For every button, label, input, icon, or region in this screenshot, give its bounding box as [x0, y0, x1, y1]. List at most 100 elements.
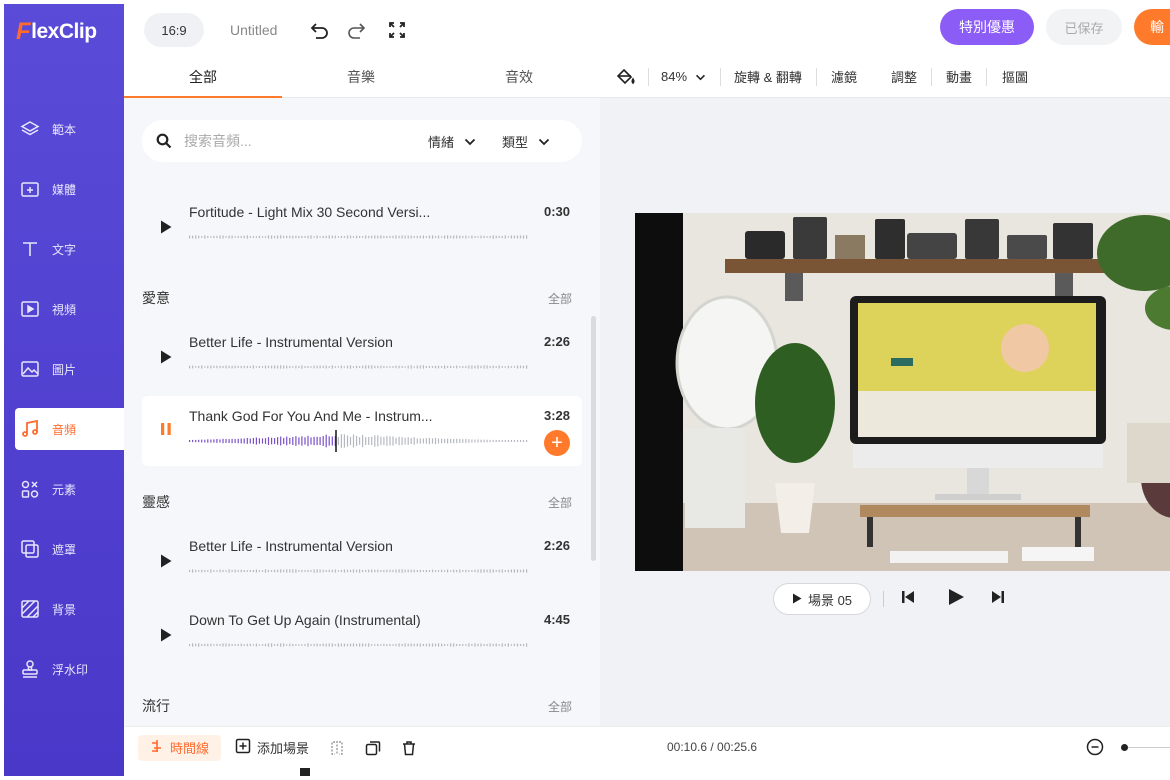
- animation-button[interactable]: 動畫: [946, 67, 972, 86]
- project-title[interactable]: Untitled: [230, 22, 290, 38]
- audio-track-playing[interactable]: Thank God For You And Me - Instrum... 3:…: [142, 396, 582, 466]
- tab-music[interactable]: 音樂: [282, 56, 440, 97]
- aspect-ratio-button[interactable]: 16:9: [144, 13, 204, 47]
- zoom-dropdown[interactable]: 84%: [661, 69, 706, 84]
- audio-track[interactable]: Better Life - Instrumental Version 2:26: [142, 322, 582, 392]
- track-waveform[interactable]: [189, 560, 529, 582]
- genre-filter-dropdown[interactable]: 類型: [502, 132, 550, 151]
- split-icon[interactable]: [329, 740, 345, 756]
- pause-icon[interactable]: [160, 422, 172, 436]
- waveform-bar: [237, 570, 239, 573]
- adjust-button[interactable]: 調整: [891, 67, 917, 86]
- waveform-bar: [255, 236, 257, 238]
- tab-all[interactable]: 全部: [124, 56, 282, 97]
- waveform-bar: [325, 365, 327, 369]
- sidebar-item-mask[interactable]: 遮罩: [4, 519, 124, 579]
- waveform-bar: [398, 436, 400, 446]
- waveform-bar: [231, 569, 233, 573]
- section-see-all-link[interactable]: 全部: [548, 698, 572, 715]
- waveform-bar: [295, 365, 297, 369]
- timeline-playhead[interactable]: [300, 768, 310, 776]
- audio-track[interactable]: Fortitude - Light Mix 30 Second Versi...…: [142, 192, 582, 262]
- sidebar-item-elements[interactable]: 元素: [4, 459, 124, 519]
- waveform-bar: [526, 365, 528, 369]
- add-scene-button[interactable]: 添加場景: [235, 738, 309, 757]
- flexclip-logo[interactable]: FlexClip: [4, 4, 124, 60]
- section-see-all-link[interactable]: 全部: [548, 494, 572, 511]
- waveform-bar: [271, 643, 273, 647]
- play-icon[interactable]: [160, 350, 172, 364]
- waveform-bar: [198, 439, 200, 443]
- timeline-zoom-slider-track[interactable]: [1128, 747, 1170, 748]
- waveform-bar: [240, 643, 242, 647]
- timeline-zoom-slider-knob[interactable]: [1121, 744, 1128, 751]
- audio-track[interactable]: Down To Get Up Again (Instrumental) 4:45: [142, 600, 582, 670]
- timeline-toggle-button[interactable]: 時間線: [138, 734, 222, 761]
- waveform-bar: [316, 643, 318, 647]
- skip-next-icon[interactable]: [991, 590, 1005, 604]
- waveform-bar: [410, 643, 412, 647]
- waveform-bar: [243, 438, 245, 444]
- mood-filter-dropdown[interactable]: 情緒: [428, 132, 476, 151]
- waveform-bar: [453, 366, 455, 368]
- waveform-bar: [371, 644, 373, 646]
- waveform-bar: [356, 435, 358, 446]
- track-waveform[interactable]: [189, 356, 529, 378]
- waveform-bar: [289, 235, 291, 239]
- waveform-bar: [389, 366, 391, 368]
- tab-sound-effects[interactable]: 音效: [440, 56, 598, 97]
- play-icon[interactable]: [160, 220, 172, 234]
- rotate-flip-button[interactable]: 旋轉 & 翻轉: [734, 67, 802, 86]
- sidebar-item-background[interactable]: 背景: [4, 579, 124, 639]
- sidebar-item-images[interactable]: 圖片: [4, 339, 124, 399]
- track-waveform[interactable]: [189, 430, 529, 452]
- track-waveform[interactable]: [189, 226, 529, 248]
- remove-background-button[interactable]: 摳圖: [1002, 67, 1028, 86]
- waveform-bar: [480, 643, 482, 647]
- audio-track[interactable]: Better Life - Instrumental Version 2:26: [142, 526, 582, 596]
- sidebar-item-video[interactable]: 視頻: [4, 279, 124, 339]
- search-input[interactable]: [184, 133, 414, 149]
- waveform-bar: [219, 365, 221, 369]
- waveform-playhead[interactable]: [335, 430, 337, 452]
- sidebar-item-media[interactable]: 媒體: [4, 159, 124, 219]
- panel-scrollbar[interactable]: [591, 316, 596, 561]
- waveform-bar: [398, 569, 400, 573]
- filter-button[interactable]: 濾鏡: [831, 67, 857, 86]
- waveform-bar: [434, 437, 437, 445]
- waveform-bar: [362, 643, 364, 647]
- waveform-bar: [383, 643, 385, 647]
- waveform-bar: [456, 644, 458, 646]
- waveform-bar: [225, 365, 227, 369]
- section-see-all-link[interactable]: 全部: [548, 290, 572, 307]
- redo-icon[interactable]: [346, 21, 366, 39]
- saved-status-button[interactable]: 已保存: [1046, 9, 1122, 45]
- zoom-out-icon[interactable]: [1086, 738, 1104, 756]
- video-preview[interactable]: [635, 213, 1170, 571]
- skip-previous-icon[interactable]: [901, 590, 915, 604]
- special-offer-button[interactable]: 特別優惠: [940, 9, 1034, 45]
- scene-play-button[interactable]: 場景 05: [773, 583, 871, 615]
- waveform-bar: [459, 569, 461, 573]
- waveform-bar: [513, 235, 515, 239]
- sidebar-item-text[interactable]: 文字: [4, 219, 124, 279]
- sidebar-item-watermark[interactable]: 浮水印: [4, 639, 124, 699]
- track-waveform[interactable]: [189, 634, 529, 656]
- fullscreen-icon[interactable]: [388, 21, 406, 39]
- play-icon[interactable]: [947, 588, 965, 606]
- paint-bucket-icon[interactable]: [616, 67, 636, 87]
- export-button[interactable]: 輸: [1134, 9, 1170, 45]
- trash-icon[interactable]: [401, 740, 417, 756]
- add-to-project-button[interactable]: +: [544, 430, 570, 456]
- play-icon[interactable]: [160, 554, 172, 568]
- duplicate-icon[interactable]: [365, 740, 381, 756]
- sidebar-item-audio[interactable]: 音頻: [15, 408, 124, 450]
- waveform-bar: [274, 365, 276, 369]
- play-icon[interactable]: [160, 628, 172, 642]
- waveform-bar: [522, 235, 525, 239]
- waveform-bar: [416, 235, 418, 239]
- sidebar-item-templates[interactable]: 範本: [4, 99, 124, 159]
- undo-icon[interactable]: [310, 21, 330, 39]
- waveform-bar: [501, 440, 503, 442]
- waveform-bar: [295, 436, 297, 446]
